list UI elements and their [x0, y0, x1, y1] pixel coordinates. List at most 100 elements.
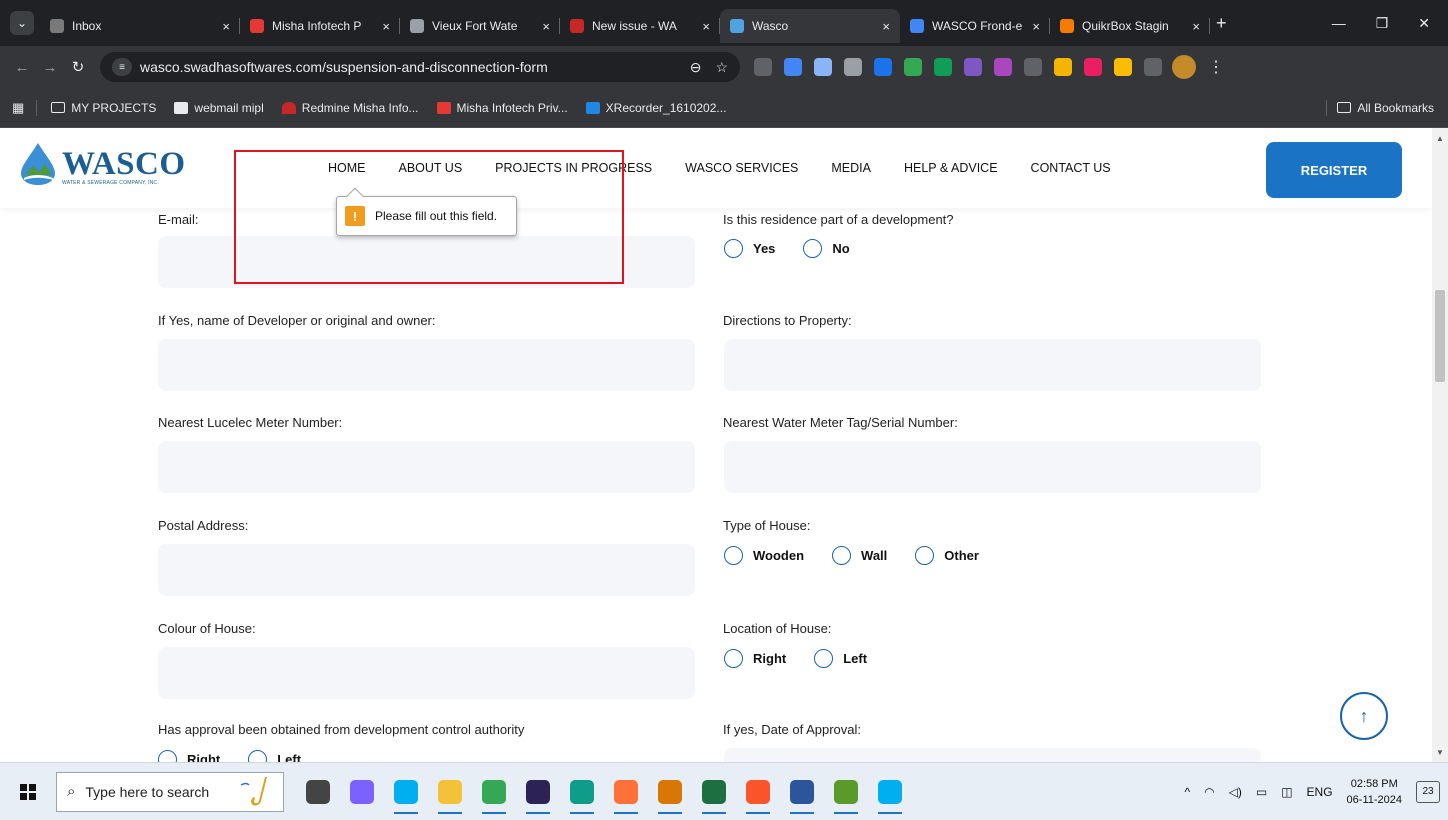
- extension-icon[interactable]: [1114, 58, 1132, 76]
- tab-close-icon[interactable]: ×: [542, 19, 550, 34]
- wifi-icon[interactable]: ◠: [1204, 785, 1214, 799]
- tab-close-icon[interactable]: ×: [382, 19, 390, 34]
- site-info-icon[interactable]: ≡: [112, 58, 132, 76]
- browser-tab[interactable]: QuikrBox Stagin ×: [1050, 9, 1210, 43]
- browser-tab[interactable]: Wasco ×: [720, 9, 900, 43]
- extension-icon[interactable]: [814, 58, 832, 76]
- volume-icon[interactable]: ◁): [1229, 785, 1242, 799]
- reload-icon[interactable]: ↻: [64, 58, 92, 76]
- house-type-wall-radio[interactable]: Wall: [832, 546, 887, 565]
- tab-close-icon[interactable]: ×: [1192, 19, 1200, 34]
- tab-search-icon[interactable]: ⌄: [10, 11, 34, 35]
- nav-contact-us[interactable]: CONTACT US: [1031, 161, 1111, 175]
- browser-menu-icon[interactable]: ⋮: [1208, 57, 1224, 77]
- extension-icon[interactable]: [784, 58, 802, 76]
- taskbar-search[interactable]: ⌕ Type here to search: [56, 771, 284, 812]
- scroll-down-icon[interactable]: ▼: [1436, 748, 1444, 757]
- lucelec-field[interactable]: [158, 441, 695, 493]
- address-bar[interactable]: ≡ wasco.swadhasoftwares.com/suspension-a…: [100, 52, 740, 82]
- extension-icon[interactable]: [964, 58, 982, 76]
- extension-icon[interactable]: [994, 58, 1012, 76]
- taskbar-app-excel-like[interactable]: [694, 768, 734, 816]
- zoom-icon[interactable]: ⊖: [690, 59, 702, 76]
- house-type-wooden-radio[interactable]: Wooden: [724, 546, 804, 565]
- extension-icon[interactable]: [874, 58, 892, 76]
- nav-wasco-services[interactable]: WASCO SERVICES: [685, 161, 798, 175]
- bookmark-misha-infotech[interactable]: Misha Infotech Priv...: [436, 101, 568, 115]
- development-no-radio[interactable]: No: [803, 239, 850, 258]
- minimize-icon[interactable]: —: [1332, 15, 1346, 32]
- taskbar-app-skype[interactable]: [386, 768, 426, 816]
- colour-field[interactable]: [158, 647, 695, 699]
- restore-icon[interactable]: ❐: [1376, 15, 1389, 32]
- tray-chevron-icon[interactable]: ^: [1184, 785, 1190, 799]
- profile-avatar[interactable]: [1172, 55, 1196, 79]
- taskbar-app-skype-2[interactable]: [870, 768, 910, 816]
- bookmark-star-icon[interactable]: ☆: [715, 59, 728, 76]
- house-type-other-radio[interactable]: Other: [915, 546, 979, 565]
- approval-date-field[interactable]: [724, 748, 1261, 762]
- postal-address-field[interactable]: [158, 544, 695, 596]
- taskbar-app-file-explorer[interactable]: [430, 768, 470, 816]
- browser-tab[interactable]: Inbox ×: [40, 9, 240, 43]
- all-bookmarks[interactable]: All Bookmarks: [1326, 99, 1434, 116]
- language-indicator[interactable]: ENG: [1307, 785, 1333, 799]
- scroll-up-icon[interactable]: ▲: [1436, 134, 1444, 143]
- taskbar-app-word[interactable]: [782, 768, 822, 816]
- extension-icon[interactable]: [1144, 58, 1162, 76]
- browser-tab[interactable]: New issue - WA ×: [560, 9, 720, 43]
- bookmark-my-projects[interactable]: MY PROJECTS: [51, 101, 156, 115]
- approval-left-radio[interactable]: Left: [248, 750, 301, 762]
- battery-icon[interactable]: ▭: [1256, 785, 1267, 799]
- taskbar-app-chart-app[interactable]: [826, 768, 866, 816]
- taskbar-app-chrome[interactable]: [474, 768, 514, 816]
- clock[interactable]: 02:58 PM 06-11-2024: [1347, 776, 1402, 808]
- directions-field[interactable]: [724, 339, 1261, 391]
- page-scrollbar[interactable]: ▲ ▼: [1432, 128, 1448, 762]
- extension-icon[interactable]: [1054, 58, 1072, 76]
- taskbar-app-eclipse[interactable]: [518, 768, 558, 816]
- bookmark-webmail[interactable]: webmail mipl: [174, 101, 264, 115]
- forward-icon[interactable]: →: [36, 59, 64, 76]
- close-window-icon[interactable]: ✕: [1418, 15, 1430, 32]
- new-tab-button[interactable]: +: [1216, 13, 1227, 34]
- taskbar-app-chrome-canary[interactable]: [650, 768, 690, 816]
- developer-field[interactable]: [158, 339, 695, 391]
- extension-icon[interactable]: [844, 58, 862, 76]
- notification-badge[interactable]: 23: [1416, 780, 1440, 803]
- tab-close-icon[interactable]: ×: [882, 19, 890, 34]
- taskbar-app-edge[interactable]: [562, 768, 602, 816]
- extension-icon[interactable]: [1084, 58, 1102, 76]
- nav-help-advice[interactable]: HELP & ADVICE: [904, 161, 998, 175]
- location-left-radio[interactable]: Left: [814, 649, 867, 668]
- extension-icon[interactable]: [934, 58, 952, 76]
- start-button[interactable]: [8, 772, 48, 812]
- scroll-to-top-button[interactable]: ↑: [1340, 692, 1388, 740]
- water-meter-field[interactable]: [724, 441, 1261, 493]
- browser-tab[interactable]: Misha Infotech P ×: [240, 9, 400, 43]
- pen-icon[interactable]: ◫: [1281, 785, 1292, 799]
- extension-icon[interactable]: [1024, 58, 1042, 76]
- taskbar-app-firefox[interactable]: [606, 768, 646, 816]
- browser-tab[interactable]: WASCO Frond-e ×: [900, 9, 1050, 43]
- approval-right-radio[interactable]: Right: [158, 750, 220, 762]
- register-button[interactable]: REGISTER: [1266, 142, 1402, 198]
- taskbar-app-copilot[interactable]: [342, 768, 382, 816]
- back-icon[interactable]: ←: [8, 59, 36, 76]
- nav-media[interactable]: MEDIA: [831, 161, 871, 175]
- location-right-radio[interactable]: Right: [724, 649, 786, 668]
- extension-icon[interactable]: [904, 58, 922, 76]
- taskbar-app-brave[interactable]: [738, 768, 778, 816]
- bookmark-xrecorder[interactable]: XRecorder_1610202...: [585, 101, 726, 115]
- apps-grid-icon[interactable]: ▦: [12, 100, 24, 116]
- taskbar-app-task-view[interactable]: [298, 768, 338, 816]
- development-yes-radio[interactable]: Yes: [724, 239, 775, 258]
- scrollbar-thumb[interactable]: [1435, 290, 1445, 382]
- wasco-logo[interactable]: WASCO WATER & SEWERAGE COMPANY, INC.: [18, 142, 186, 186]
- extension-icon[interactable]: [754, 58, 772, 76]
- tab-close-icon[interactable]: ×: [1032, 19, 1040, 34]
- tab-close-icon[interactable]: ×: [222, 19, 230, 34]
- tab-close-icon[interactable]: ×: [702, 19, 710, 34]
- browser-tab[interactable]: Vieux Fort Wate ×: [400, 9, 560, 43]
- bookmark-redmine[interactable]: Redmine Misha Info...: [281, 101, 419, 115]
